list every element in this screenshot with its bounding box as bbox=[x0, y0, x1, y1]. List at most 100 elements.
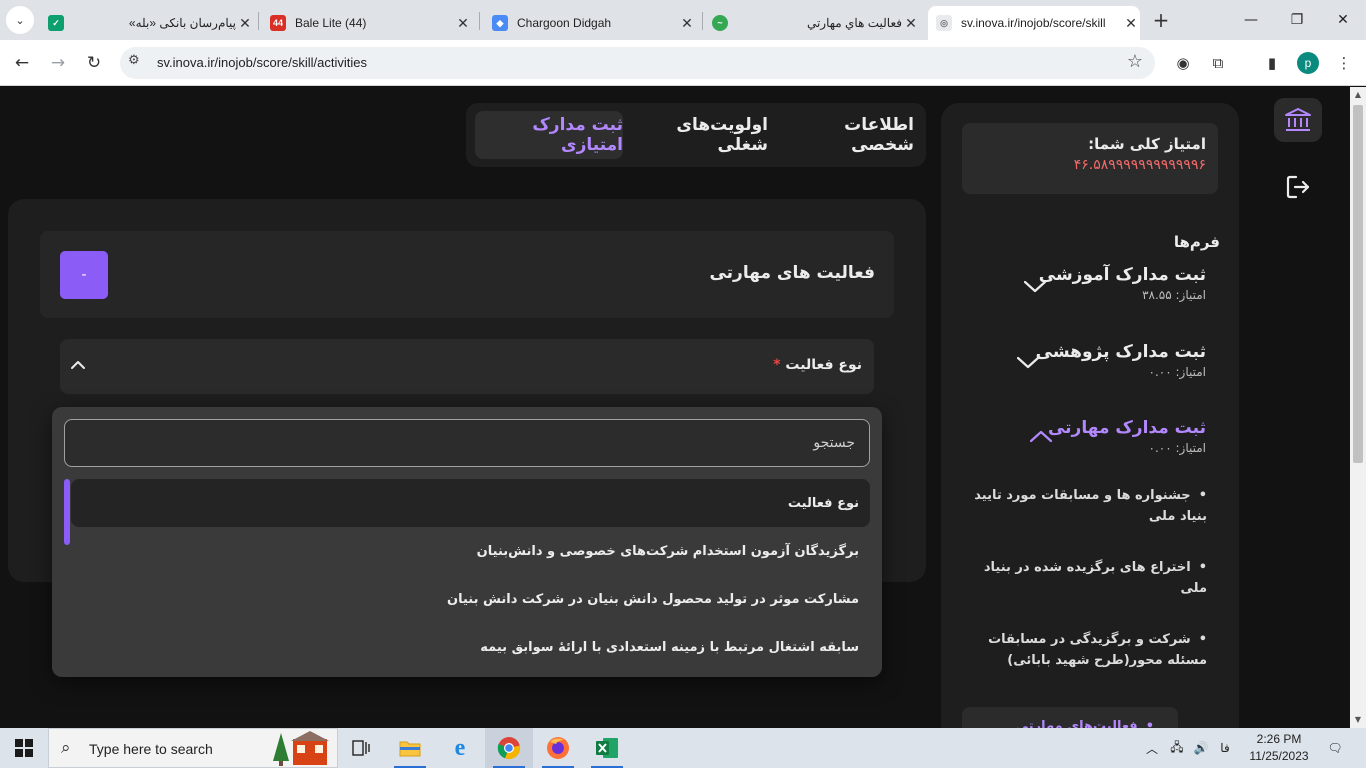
address-bar[interactable]: ⚙ sv.inova.ir/inojob/score/skill/activit… bbox=[120, 47, 1155, 79]
speaker-icon: 🔊 bbox=[1193, 741, 1209, 755]
side-panel-icon: ▮ bbox=[1267, 54, 1277, 72]
form-header: فعالیت های مهارتی - bbox=[40, 231, 894, 318]
browser-tab-active[interactable]: ◎ sv.inova.ir/inojob/score/skill ✕ bbox=[928, 6, 1140, 40]
chevron-down-icon[interactable] bbox=[1022, 276, 1048, 296]
bale-lite-favicon-icon: 44 bbox=[270, 15, 286, 31]
sub-item-festivals[interactable]: •جشنواره ها و مسابقات مورد تایید بنیاد م… bbox=[971, 485, 1207, 527]
network-icon: 🖧 bbox=[1170, 739, 1184, 754]
sub-item-competitions[interactable]: •شرکت و برگزیدگی در مسابقات مسئله محور(ط… bbox=[971, 629, 1207, 671]
chevron-up-icon[interactable] bbox=[1028, 426, 1054, 446]
windows-taskbar: ⌕ Type here to search e ︿ 🖧 🔊 فا 2:26 PM… bbox=[0, 728, 1366, 768]
start-button[interactable] bbox=[0, 728, 48, 768]
tab-title: فعاليت هاي مهارتي bbox=[806, 16, 902, 30]
scroll-up-icon[interactable]: ▲ bbox=[1350, 87, 1366, 103]
total-score-label: امتیاز کلی شما: bbox=[1088, 135, 1206, 153]
internet-explorer-icon: e bbox=[454, 734, 466, 761]
dropdown-option[interactable]: مشارکت موثر در تولید محصول دانش بنیان در… bbox=[71, 575, 870, 623]
close-tab-icon[interactable]: ✕ bbox=[236, 15, 254, 32]
plus-icon: + bbox=[1152, 8, 1170, 32]
tab-title: sv.inova.ir/inojob/score/skill bbox=[961, 16, 1106, 30]
extension-status-button[interactable]: ◉ bbox=[1172, 52, 1194, 74]
chevron-down-icon[interactable] bbox=[1015, 352, 1041, 372]
tab-title: Chargoon Didgah bbox=[517, 16, 612, 30]
activity-type-select[interactable]: نوع فعالیت * bbox=[60, 339, 874, 394]
browser-tab-chargoon[interactable]: ◆ Chargoon Didgah ✕ bbox=[484, 6, 696, 40]
restore-button[interactable]: ❐ bbox=[1274, 0, 1320, 40]
internet-explorer-button[interactable]: e bbox=[436, 728, 484, 768]
search-icon: ⌕ bbox=[61, 738, 71, 758]
close-tab-icon[interactable]: ✕ bbox=[678, 15, 696, 32]
more-vert-icon: ⋮ bbox=[1336, 54, 1352, 72]
sub-item-skill-activities[interactable]: •فعالیت‌های مهارتی bbox=[962, 707, 1178, 728]
notification-icon: 🗨 bbox=[1327, 741, 1343, 755]
tab-personal-info[interactable]: اطلاعات شخصی bbox=[780, 111, 914, 159]
new-tab-button[interactable]: + bbox=[1148, 7, 1174, 33]
firefox-icon bbox=[547, 737, 569, 759]
minimize-icon: — bbox=[1244, 12, 1258, 28]
dropdown-option[interactable]: سابقه اشتغال مرتبط با زمینه استعدادی با … bbox=[71, 623, 870, 671]
tab-search-button[interactable]: ⌄ bbox=[6, 6, 34, 34]
sub-item-label: اختراع های برگزیده شده در بنیاد ملی bbox=[983, 560, 1207, 596]
dropdown-search-input[interactable] bbox=[65, 420, 869, 466]
browser-tab-bale-lite[interactable]: 44 Bale Lite (44) ✕ bbox=[262, 6, 472, 40]
close-tab-icon[interactable]: ✕ bbox=[902, 15, 920, 32]
section-tabs: اطلاعات شخصی اولویت‌های شغلی ثبت مدارک ا… bbox=[466, 103, 926, 167]
dropdown-option[interactable]: برگزیدگان آزمون استخدام شرکت‌های خصوصی و… bbox=[71, 527, 870, 575]
task-view-button[interactable] bbox=[337, 728, 385, 768]
taskbar-search-placeholder: Type here to search bbox=[89, 741, 213, 757]
forward-button[interactable]: → bbox=[45, 50, 71, 76]
firefox-button[interactable] bbox=[534, 728, 582, 768]
close-tab-icon[interactable]: ✕ bbox=[1122, 15, 1140, 32]
arrow-right-icon: → bbox=[50, 53, 66, 73]
sync-icon: ◉ bbox=[1176, 54, 1190, 72]
page-content: امتیاز کلی شما: ۴۶.۵۸۹۹۹۹۹۹۹۹۹۹۹۹۶ فرم‌ه… bbox=[0, 87, 1350, 728]
tab-job-priorities[interactable]: اولویت‌های شغلی bbox=[628, 111, 768, 159]
extensions-button[interactable]: ⧉ bbox=[1207, 52, 1229, 74]
dropdown-option[interactable]: نوع فعالیت bbox=[71, 479, 870, 527]
close-icon: ✕ bbox=[1337, 12, 1349, 28]
notifications-button[interactable]: 🗨 bbox=[1320, 728, 1350, 768]
side-panel-button[interactable]: ▮ bbox=[1261, 52, 1283, 74]
taskbar-search-box[interactable]: ⌕ Type here to search bbox=[48, 728, 338, 768]
chrome-button[interactable] bbox=[485, 728, 533, 768]
scroll-indicator bbox=[64, 479, 70, 545]
forms-sidebar: امتیاز کلی شما: ۴۶.۵۸۹۹۹۹۹۹۹۹۹۹۹۹۶ فرم‌ه… bbox=[941, 103, 1239, 728]
chevron-up-icon: ︿ bbox=[1145, 741, 1158, 756]
logout-button[interactable] bbox=[1280, 169, 1316, 205]
tab-score-documents[interactable]: ثبت مدارک امتیازی bbox=[475, 111, 623, 159]
browser-menu-button[interactable]: ⋮ bbox=[1333, 52, 1355, 74]
browser-tab-bale[interactable]: ✓ پیام‌رسان بانکی «بله» ✕ bbox=[44, 6, 254, 40]
input-language-button[interactable]: فا bbox=[1214, 728, 1236, 768]
browser-tab-skill-activities[interactable]: ~ فعاليت هاي مهارتي ✕ bbox=[706, 6, 920, 40]
network-button[interactable]: 🖧 bbox=[1166, 728, 1188, 768]
back-button[interactable]: ← bbox=[9, 50, 35, 76]
tab-separator bbox=[702, 12, 703, 30]
close-tab-icon[interactable]: ✕ bbox=[454, 15, 472, 32]
file-explorer-button[interactable] bbox=[386, 728, 434, 768]
scroll-down-icon[interactable]: ▼ bbox=[1350, 712, 1366, 728]
clock-date: 11/25/2023 bbox=[1249, 749, 1309, 763]
collapse-button[interactable]: - bbox=[60, 251, 108, 299]
dropdown-search-box[interactable] bbox=[64, 419, 870, 467]
scrollbar-thumb[interactable] bbox=[1353, 105, 1363, 463]
taskbar-clock[interactable]: 2:26 PM 11/25/2023 bbox=[1236, 731, 1322, 765]
sub-item-inventions[interactable]: •اختراع های برگزیده شده در بنیاد ملی bbox=[971, 557, 1207, 599]
reload-button[interactable]: ↻ bbox=[81, 50, 107, 76]
holiday-tree-icon bbox=[273, 731, 329, 766]
site-settings-icon[interactable]: ⚙ bbox=[128, 53, 140, 68]
bank-nav-button[interactable] bbox=[1274, 98, 1322, 142]
volume-button[interactable]: 🔊 bbox=[1190, 728, 1212, 768]
profile-avatar[interactable]: p bbox=[1297, 52, 1319, 74]
browser-toolbar: ← → ↻ ⚙ sv.inova.ir/inojob/score/skill/a… bbox=[0, 40, 1366, 86]
show-hidden-icons-button[interactable]: ︿ bbox=[1142, 728, 1162, 768]
activity-type-dropdown: نوع فعالیت برگزیدگان آزمون استخدام شرکت‌… bbox=[52, 407, 882, 677]
page-scrollbar[interactable]: ▲ ▼ bbox=[1350, 87, 1366, 728]
excel-button[interactable] bbox=[583, 728, 631, 768]
total-score-value: ۴۶.۵۸۹۹۹۹۹۹۹۹۹۹۹۹۶ bbox=[1073, 157, 1206, 173]
minimize-button[interactable]: — bbox=[1228, 0, 1274, 40]
reload-icon: ↻ bbox=[86, 53, 102, 73]
bookmark-star-icon[interactable]: ☆ bbox=[1127, 51, 1143, 72]
sub-item-label: فعالیت‌های مهارتی bbox=[1015, 719, 1138, 728]
close-window-button[interactable]: ✕ bbox=[1320, 0, 1366, 40]
folder-icon bbox=[399, 741, 421, 757]
